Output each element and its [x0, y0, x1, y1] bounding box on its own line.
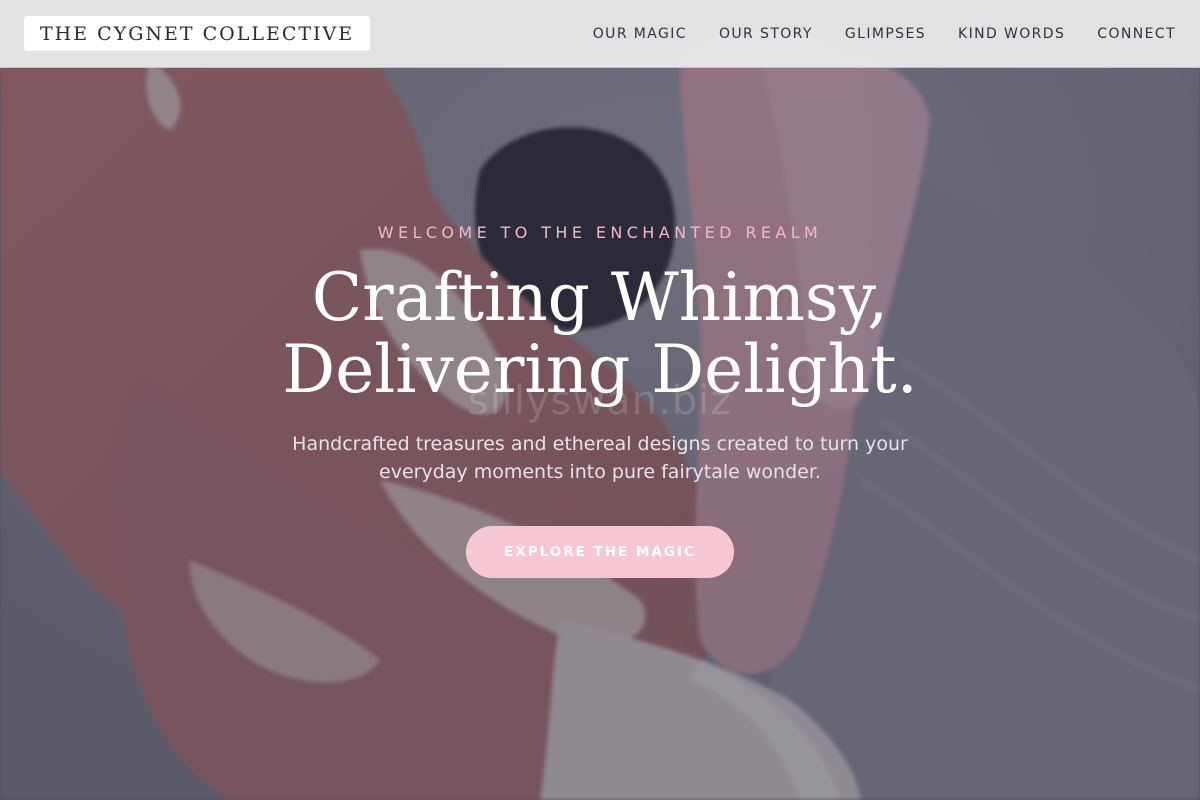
nav-link-our-story[interactable]: OUR STORY	[719, 26, 813, 42]
hero-eyebrow: WELCOME TO THE ENCHANTED REALM	[377, 223, 823, 242]
nav-link-our-magic[interactable]: OUR MAGIC	[593, 26, 687, 42]
explore-the-magic-button[interactable]: EXPLORE THE MAGIC	[466, 526, 734, 578]
brand-logo[interactable]: THE CYGNET COLLECTIVE	[24, 16, 371, 51]
nav-link-connect[interactable]: CONNECT	[1097, 26, 1176, 42]
site-header: THE CYGNET COLLECTIVE OUR MAGIC OUR STOR…	[0, 0, 1200, 68]
hero-headline-line-1: Crafting Whimsy,	[311, 259, 889, 336]
hero-subtext: Handcrafted treasures and ethereal desig…	[292, 433, 908, 483]
watermark: sillyswan.biz	[467, 378, 733, 424]
main-nav: OUR MAGIC OUR STORY GLIMPSES KIND WORDS …	[593, 0, 1176, 68]
hero-section: WELCOME TO THE ENCHANTED REALM Crafting …	[0, 0, 1200, 800]
page: THE CYGNET COLLECTIVE OUR MAGIC OUR STOR…	[0, 0, 1200, 800]
nav-link-kind-words[interactable]: KIND WORDS	[958, 26, 1065, 42]
nav-link-glimpses[interactable]: GLIMPSES	[845, 26, 926, 42]
